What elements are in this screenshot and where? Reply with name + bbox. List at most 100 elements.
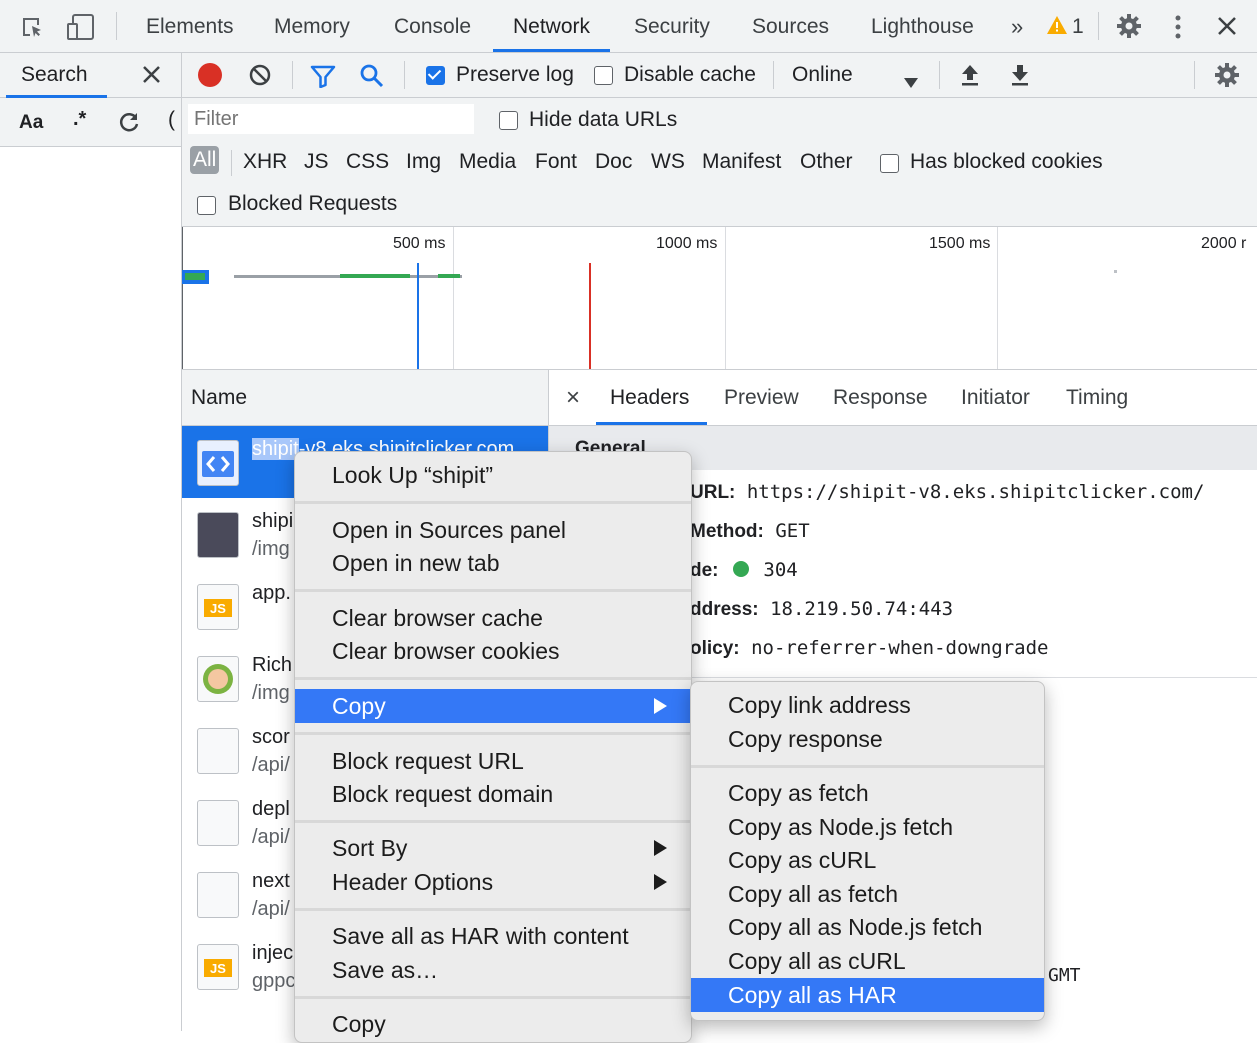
preserve-log-checkbox[interactable] bbox=[426, 66, 445, 85]
hide-data-urls-checkbox[interactable] bbox=[499, 111, 518, 130]
filter-type-all[interactable]: All bbox=[190, 146, 220, 174]
menu-item-clear-cache[interactable]: Clear browser cache bbox=[295, 601, 691, 635]
request-name: depl bbox=[252, 798, 290, 820]
menu-item-block-url[interactable]: Block request URL bbox=[295, 744, 691, 778]
filter-type-xhr[interactable]: XHR bbox=[243, 150, 287, 174]
throttling-dropdown-icon[interactable] bbox=[904, 70, 918, 94]
preserve-log-label: Preserve log bbox=[456, 63, 574, 86]
close-search-icon[interactable] bbox=[142, 65, 161, 90]
filter-type-css[interactable]: CSS bbox=[346, 150, 389, 174]
search-panel bbox=[0, 53, 182, 1031]
menu-item-copy-as-fetch[interactable]: Copy as fetch bbox=[691, 776, 1044, 810]
tab-console[interactable]: Console bbox=[394, 0, 471, 52]
has-blocked-cookies-checkbox[interactable] bbox=[880, 154, 899, 173]
menu-item-copy-response[interactable]: Copy response bbox=[691, 722, 1044, 756]
network-overview[interactable]: 500 ms 1000 ms 1500 ms 2000 r bbox=[182, 227, 1257, 370]
search-icon[interactable] bbox=[359, 63, 385, 95]
menu-item-copy-link-address[interactable]: Copy link address bbox=[691, 688, 1044, 722]
filter-type-ws[interactable]: WS bbox=[651, 150, 685, 174]
export-har-icon[interactable] bbox=[1010, 63, 1030, 93]
menu-item-header-options[interactable]: Header Options bbox=[295, 865, 691, 899]
regex-toggle[interactable]: .* bbox=[73, 108, 86, 131]
search-panel-title[interactable]: Search bbox=[21, 63, 88, 87]
dom-content-loaded-marker bbox=[417, 263, 419, 369]
clear-log-icon[interactable] bbox=[248, 63, 272, 93]
warning-icon[interactable] bbox=[1046, 15, 1068, 41]
record-button[interactable] bbox=[198, 63, 222, 87]
menu-item-copy[interactable]: Copy bbox=[295, 689, 691, 723]
menu-item-sort-by[interactable]: Sort By bbox=[295, 831, 691, 865]
tab-network[interactable]: Network bbox=[493, 0, 611, 52]
filter-funnel-icon[interactable] bbox=[310, 64, 336, 94]
js-file-icon: JS bbox=[197, 584, 239, 630]
tab-initiator[interactable]: Initiator bbox=[961, 386, 1030, 410]
menu-item-copy-as-node-fetch[interactable]: Copy as Node.js fetch bbox=[691, 810, 1044, 844]
close-devtools-icon[interactable] bbox=[1217, 16, 1237, 42]
match-case-toggle[interactable]: Aa bbox=[19, 112, 43, 134]
filter-type-manifest[interactable]: Manifest bbox=[702, 150, 781, 174]
network-settings-gear-icon[interactable] bbox=[1214, 62, 1240, 94]
tab-elements[interactable]: Elements bbox=[146, 0, 234, 52]
tab-security[interactable]: Security bbox=[634, 0, 710, 52]
tab-timing[interactable]: Timing bbox=[1066, 386, 1128, 410]
menu-item-clear-cookies[interactable]: Clear browser cookies bbox=[295, 634, 691, 668]
filter-type-other[interactable]: Other bbox=[800, 150, 853, 174]
tab-lighthouse[interactable]: Lighthouse bbox=[871, 0, 974, 52]
throttling-select[interactable]: Online bbox=[792, 63, 853, 87]
request-path: /api/ bbox=[252, 826, 290, 848]
menu-item-open-in-sources[interactable]: Open in Sources panel bbox=[295, 513, 691, 547]
menu-item-block-domain[interactable]: Block request domain bbox=[295, 777, 691, 811]
more-tabs-button[interactable]: » bbox=[1011, 0, 1023, 52]
more-options-icon[interactable] bbox=[1171, 14, 1185, 46]
tab-sources[interactable]: Sources bbox=[752, 0, 829, 52]
filter-type-media[interactable]: Media bbox=[459, 150, 516, 174]
search-options-bar: Aa .* ( bbox=[0, 98, 181, 147]
menu-item-copy-bottom[interactable]: Copy bbox=[295, 1007, 691, 1041]
menu-item-copy-as-curl[interactable]: Copy as cURL bbox=[691, 843, 1044, 877]
tab-memory[interactable]: Memory bbox=[274, 0, 350, 52]
warning-count[interactable]: 1 bbox=[1072, 0, 1084, 52]
menu-item-copy-all-as-curl[interactable]: Copy all as cURL bbox=[691, 944, 1044, 978]
header-date-fragment: GMT bbox=[1048, 965, 1081, 986]
filter-type-js[interactable]: JS bbox=[304, 150, 329, 174]
menu-item-copy-all-as-har[interactable]: Copy all as HAR bbox=[691, 978, 1044, 1012]
device-toolbar-icon[interactable] bbox=[66, 13, 96, 47]
header-remote-address: ddress: 18.219.50.74:443 bbox=[690, 598, 954, 620]
menu-item-save-har[interactable]: Save all as HAR with content bbox=[295, 919, 691, 953]
filter-type-doc[interactable]: Doc bbox=[595, 150, 632, 174]
blocked-requests-checkbox[interactable] bbox=[197, 196, 216, 215]
filter-input[interactable] bbox=[188, 104, 474, 134]
copy-submenu: Copy link address Copy response Copy as … bbox=[690, 681, 1045, 1021]
disable-cache-checkbox[interactable] bbox=[594, 66, 613, 85]
close-details-button[interactable]: × bbox=[566, 384, 580, 412]
menu-item-open-in-new-tab[interactable]: Open in new tab bbox=[295, 546, 691, 580]
svg-text:JS: JS bbox=[210, 601, 226, 616]
devtools-tab-bar: Elements Memory Console Network Security… bbox=[0, 0, 1257, 53]
import-har-icon[interactable] bbox=[960, 63, 980, 93]
request-name: app. bbox=[252, 582, 291, 604]
load-event-marker bbox=[589, 263, 591, 369]
filter-type-img[interactable]: Img bbox=[406, 150, 441, 174]
settings-gear-icon[interactable] bbox=[1116, 13, 1142, 45]
submenu-arrow-icon bbox=[654, 840, 667, 856]
timeline-bar-green-2 bbox=[438, 274, 460, 278]
tab-preview[interactable]: Preview bbox=[724, 386, 799, 410]
avatar-image-icon bbox=[197, 656, 239, 702]
has-blocked-cookies-label: Has blocked cookies bbox=[910, 150, 1103, 173]
js-file-icon: JS bbox=[197, 944, 239, 990]
tab-headers[interactable]: Headers bbox=[610, 386, 689, 410]
menu-item-look-up[interactable]: Look Up “shipit” bbox=[295, 458, 691, 492]
menu-item-copy-all-as-fetch[interactable]: Copy all as fetch bbox=[691, 877, 1044, 911]
menu-item-save-as[interactable]: Save as… bbox=[295, 953, 691, 987]
refresh-search-icon[interactable] bbox=[118, 111, 140, 139]
filter-type-font[interactable]: Font bbox=[535, 150, 577, 174]
name-column-header[interactable]: Name bbox=[182, 370, 549, 426]
submenu-arrow-icon bbox=[654, 874, 667, 890]
menu-item-copy-all-as-node-fetch[interactable]: Copy all as Node.js fetch bbox=[691, 910, 1044, 944]
inspect-element-icon[interactable] bbox=[20, 15, 44, 45]
request-name: injec bbox=[252, 942, 294, 964]
timeline-bar-green bbox=[340, 274, 410, 278]
tab-response[interactable]: Response bbox=[833, 386, 928, 410]
disable-cache-label: Disable cache bbox=[624, 63, 756, 86]
clear-search-icon[interactable]: ( bbox=[168, 108, 175, 132]
